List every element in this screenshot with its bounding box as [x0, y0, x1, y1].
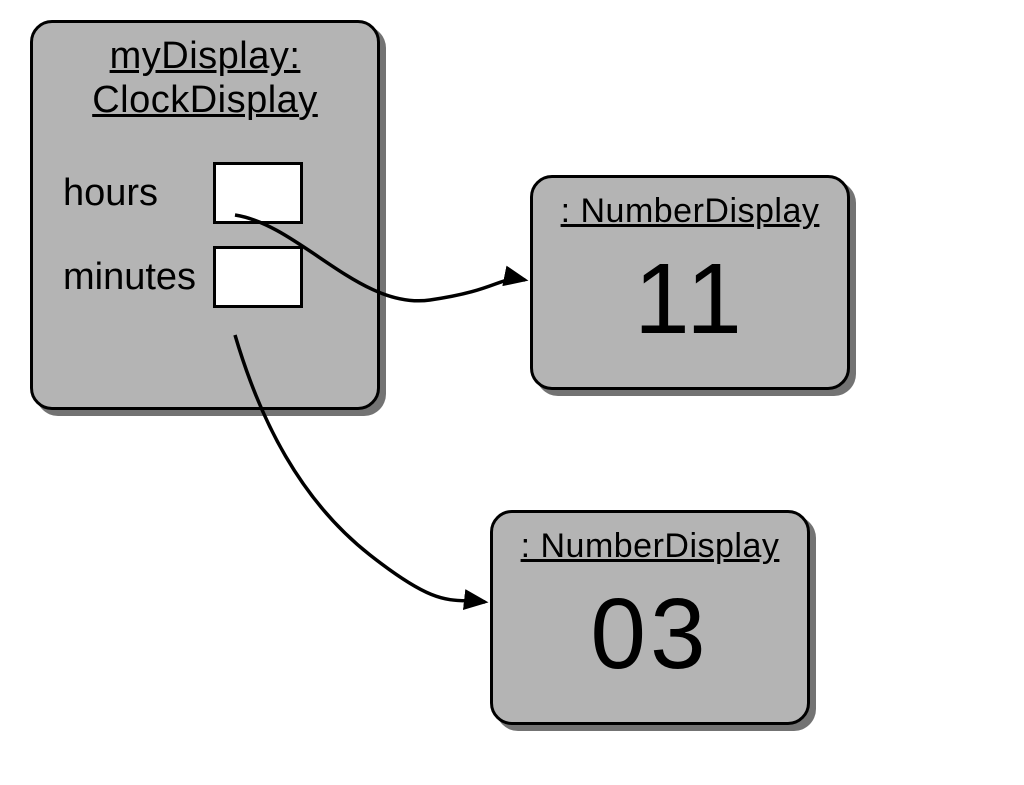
- clockdisplay-fields: hours minutes: [33, 162, 377, 308]
- clockdisplay-title: myDisplay: ClockDisplay: [33, 35, 377, 122]
- clockdisplay-object: myDisplay: ClockDisplay hours minutes: [30, 20, 380, 410]
- field-hours-row: hours: [63, 162, 377, 224]
- numberdisplay-hours-title: : NumberDisplay: [533, 192, 847, 231]
- field-minutes-row: minutes: [63, 246, 377, 308]
- field-hours-label: hours: [63, 172, 213, 215]
- clockdisplay-title-line1: myDisplay:: [110, 35, 301, 77]
- clockdisplay-title-line2: ClockDisplay: [92, 79, 318, 121]
- field-minutes-label: minutes: [63, 256, 213, 299]
- numberdisplay-minutes-title: : NumberDisplay: [493, 527, 807, 566]
- numberdisplay-hours-object: : NumberDisplay 11: [530, 175, 850, 390]
- numberdisplay-minutes-value: 03: [493, 584, 807, 684]
- field-hours-slot: [213, 162, 303, 224]
- numberdisplay-hours-value: 11: [533, 249, 847, 349]
- numberdisplay-minutes-object: : NumberDisplay 03: [490, 510, 810, 725]
- field-minutes-slot: [213, 246, 303, 308]
